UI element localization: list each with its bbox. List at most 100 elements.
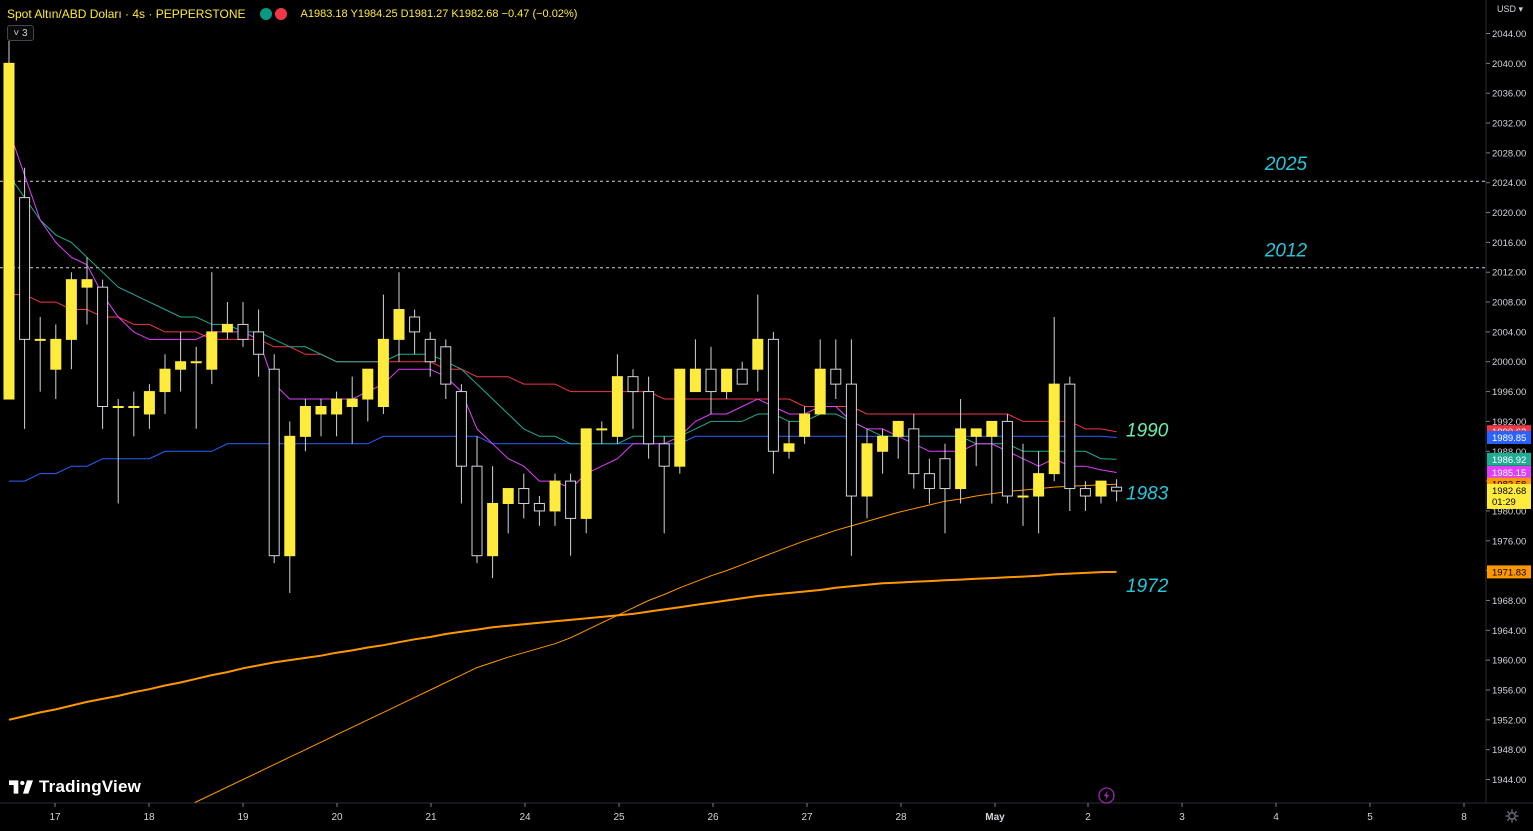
price-tick-label: 2008.00 (1492, 298, 1526, 309)
candle-body[interactable] (143, 391, 155, 415)
price-tick-label: 1960.00 (1492, 656, 1526, 667)
candle-body[interactable] (112, 406, 124, 408)
candle-body[interactable] (892, 420, 904, 437)
candle-body[interactable] (986, 420, 998, 437)
candle-body[interactable] (315, 406, 327, 415)
candle-body[interactable] (783, 443, 795, 452)
candle-body[interactable] (627, 376, 639, 393)
candle-body[interactable] (549, 480, 561, 512)
candle-body[interactable] (721, 368, 733, 393)
candle-body[interactable] (190, 361, 202, 364)
candle-body[interactable] (1111, 486, 1123, 492)
candle-body[interactable] (736, 368, 748, 385)
candle-body[interactable] (3, 62, 15, 400)
price-tick-label: 1976.00 (1492, 536, 1526, 547)
candle-body[interactable] (814, 368, 826, 415)
candle-body[interactable] (1033, 473, 1045, 497)
candle-body[interactable] (502, 488, 514, 504)
candle-body[interactable] (689, 368, 701, 393)
candle-body[interactable] (861, 443, 873, 497)
candle-body[interactable] (253, 331, 265, 355)
countdown-label: 01:29 (1492, 497, 1516, 508)
candle-body[interactable] (97, 286, 109, 408)
candle-body[interactable] (471, 465, 483, 557)
price-tick-label: 2016.00 (1492, 238, 1526, 249)
candle-body[interactable] (518, 488, 530, 504)
candle-body[interactable] (830, 368, 842, 385)
candle-body[interactable] (19, 197, 31, 340)
candle-body[interactable] (955, 428, 967, 490)
candle-body[interactable] (970, 428, 982, 437)
candle-body[interactable] (268, 368, 280, 557)
symbol-title[interactable]: Spot Altın/ABD Doları · 4s · PEPPERSTONE (7, 7, 246, 21)
candle-body[interactable] (362, 368, 374, 400)
candle-body[interactable] (1079, 488, 1091, 497)
candle-body[interactable] (611, 376, 623, 437)
candle-body[interactable] (908, 428, 920, 475)
candle-body[interactable] (705, 368, 717, 393)
candle-body[interactable] (565, 480, 577, 519)
price-tick-label: 2040.00 (1492, 59, 1526, 70)
candle-body[interactable] (1017, 495, 1029, 498)
lightning-icon[interactable] (1098, 787, 1115, 804)
price-tick-label: 2012.00 (1492, 268, 1526, 279)
indicators-toggle[interactable]: ˅ 3 (7, 25, 34, 41)
candle-body[interactable] (455, 391, 467, 467)
candle-body[interactable] (877, 435, 889, 452)
price-tag-label: 1985.15 (1492, 468, 1526, 479)
time-tick-label: 28 (895, 812, 907, 823)
time-tick-label: May (985, 812, 1005, 823)
candle-body[interactable] (284, 435, 296, 557)
candle-body[interactable] (487, 502, 499, 557)
candle-body[interactable] (424, 338, 436, 363)
candle-body[interactable] (377, 338, 389, 407)
candle-body[interactable] (409, 316, 421, 333)
candle-body[interactable] (34, 338, 46, 341)
candle-body[interactable] (596, 428, 608, 431)
candle-body[interactable] (533, 502, 545, 512)
candle-body[interactable] (50, 338, 62, 370)
price-tag-label: 1971.83 (1492, 567, 1526, 578)
candle-body[interactable] (206, 331, 218, 370)
candle-body[interactable] (643, 391, 655, 445)
candle-body[interactable] (65, 279, 77, 340)
candle-body[interactable] (237, 323, 249, 340)
time-tick-label: 5 (1367, 812, 1373, 823)
candle-body[interactable] (580, 428, 592, 519)
candle-body[interactable] (658, 443, 670, 467)
candle-body[interactable] (393, 309, 405, 340)
candle-body[interactable] (845, 383, 857, 497)
candle-body[interactable] (939, 458, 951, 490)
candle-body[interactable] (299, 406, 311, 437)
time-tick-label: 8 (1461, 812, 1467, 823)
candle-body[interactable] (221, 323, 233, 333)
price-tag-label: 1986.92 (1492, 455, 1526, 466)
candle-body[interactable] (799, 413, 811, 437)
price-tick-label: 2024.00 (1492, 178, 1526, 189)
candle-body[interactable] (1001, 420, 1013, 497)
candle-body[interactable] (674, 368, 686, 467)
candle-body[interactable] (767, 338, 779, 452)
time-tick-label: 17 (49, 812, 61, 823)
level-label: 2025 (1264, 154, 1308, 175)
currency-selector[interactable]: USD ▾ (1497, 4, 1523, 15)
time-tick-label: 19 (237, 812, 249, 823)
candle-body[interactable] (175, 361, 187, 370)
candle-body[interactable] (1048, 383, 1060, 475)
candle-body[interactable] (159, 368, 171, 393)
candle-body[interactable] (752, 338, 764, 370)
chart-background (0, 0, 1533, 831)
candle-body[interactable] (81, 279, 93, 288)
candle-body[interactable] (440, 346, 452, 385)
candle-body[interactable] (1064, 383, 1076, 490)
settings-gear-icon[interactable] (1505, 809, 1519, 823)
candle-body[interactable] (923, 473, 935, 490)
candle-body[interactable] (128, 406, 140, 408)
tradingview-logo: TradingView (9, 777, 141, 797)
candle-body[interactable] (1095, 480, 1107, 497)
price-chart[interactable]: 20252012199019831972 2044.002040.002036.… (0, 0, 1533, 831)
candle-body[interactable] (346, 398, 358, 408)
time-tick-label: 3 (1179, 812, 1185, 823)
candle-body[interactable] (331, 398, 343, 415)
time-tick-label: 27 (801, 812, 813, 823)
